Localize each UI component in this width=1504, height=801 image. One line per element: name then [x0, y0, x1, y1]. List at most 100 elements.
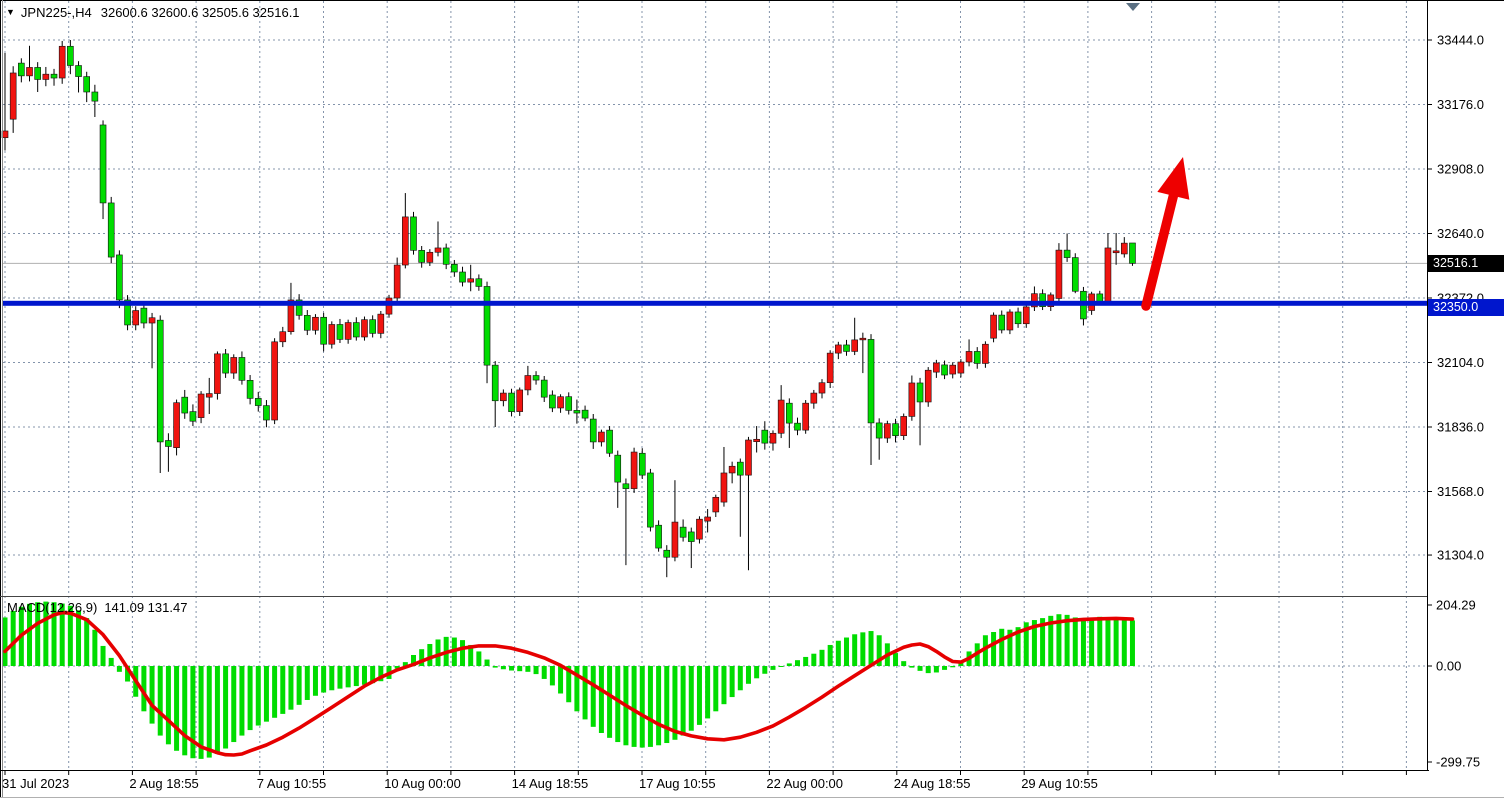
- macd-histogram-bar: [305, 666, 310, 700]
- candle-body: [247, 380, 253, 398]
- candle-body: [574, 410, 580, 413]
- macd-histogram-bar: [231, 666, 236, 742]
- macd-histogram-bar: [599, 666, 604, 733]
- price-axis-label: 32104.0: [1437, 355, 1484, 370]
- macd-histogram-bar: [640, 666, 645, 748]
- candle-body: [321, 317, 327, 344]
- macd-histogram-bar: [705, 666, 710, 718]
- hline-price-badge: 32350.0: [1428, 299, 1504, 316]
- candle-body: [427, 252, 433, 262]
- macd-histogram-bar: [681, 666, 686, 736]
- candle-body: [590, 419, 596, 442]
- macd-histogram-bar: [721, 666, 726, 704]
- candle-body: [435, 248, 441, 252]
- macd-histogram-bar: [166, 666, 171, 744]
- macd-histogram-bar: [329, 666, 334, 690]
- candle-body: [100, 125, 106, 203]
- current-price-badge: 32516.1: [1428, 255, 1504, 272]
- candle-body: [549, 395, 555, 408]
- candle-body: [713, 497, 719, 512]
- time-axis[interactable]: 31 Jul 20232 Aug 18:557 Aug 10:5510 Aug …: [2, 770, 1406, 791]
- candle-body: [582, 410, 588, 418]
- time-axis-label: 7 Aug 10:55: [257, 776, 326, 791]
- candle-body: [950, 365, 956, 374]
- time-axis-label: 29 Aug 10:55: [1021, 776, 1098, 791]
- trend-arrow[interactable]: [1146, 157, 1189, 306]
- macd-histogram-bar: [795, 660, 800, 666]
- macd-histogram-bar: [1122, 619, 1127, 666]
- candle-body: [982, 344, 988, 363]
- candle-body: [639, 453, 645, 475]
- price-chart-canvas[interactable]: 33444.033176.032908.032640.032372.032104…: [0, 0, 1504, 801]
- price-axis[interactable]: 33444.033176.032908.032640.032372.032104…: [1427, 33, 1484, 770]
- candle-body: [411, 217, 417, 250]
- macd-histogram-bar: [844, 638, 849, 666]
- candle-body: [852, 340, 858, 352]
- candle-body: [312, 317, 318, 330]
- macd-histogram-bar: [509, 666, 514, 671]
- candle-body: [786, 403, 792, 423]
- candle-body: [378, 314, 384, 333]
- chart-shift-marker-icon[interactable]: [1126, 3, 1140, 11]
- candle-body: [43, 74, 49, 79]
- candle-body: [868, 339, 874, 423]
- candle-body: [558, 397, 564, 408]
- candle-body: [500, 393, 506, 401]
- macd-histogram-bar: [770, 666, 775, 670]
- candle-body: [966, 351, 972, 362]
- candle-body: [607, 430, 613, 453]
- macd-indicator: [3, 602, 1135, 759]
- macd-histogram-bar: [550, 666, 555, 685]
- candle-body: [1007, 312, 1013, 330]
- candle-body: [1072, 258, 1078, 292]
- macd-histogram-bar: [280, 666, 285, 714]
- macd-histogram-bar: [583, 666, 588, 719]
- macd-histogram-bar: [656, 666, 661, 745]
- horizontal-line-object[interactable]: [3, 301, 1427, 306]
- price-axis-label: 32640.0: [1437, 226, 1484, 241]
- candle-body: [656, 525, 662, 548]
- candle-body: [263, 406, 269, 420]
- macd-histogram-bar: [787, 663, 792, 666]
- symbol-dropdown-icon[interactable]: ▼: [6, 7, 15, 17]
- candle-body: [615, 455, 621, 482]
- macd-histogram-bar: [713, 666, 718, 711]
- candle-body: [974, 351, 980, 363]
- macd-histogram-bar: [427, 644, 432, 666]
- macd-histogram-bar: [239, 666, 244, 736]
- macd-histogram-bar: [493, 666, 498, 668]
- macd-histogram-bar: [1089, 618, 1094, 666]
- macd-histogram-bar: [1097, 617, 1102, 666]
- macd-histogram-bar: [3, 617, 8, 666]
- macd-histogram-bar: [820, 650, 825, 666]
- macd-histogram-bar: [517, 666, 522, 671]
- candle-body: [149, 318, 155, 323]
- arrow-head[interactable]: [1157, 157, 1189, 200]
- macd-histogram-bar: [950, 666, 955, 667]
- macd-histogram-bar: [92, 630, 97, 666]
- macd-histogram-bar: [525, 666, 530, 672]
- candle-body: [198, 394, 204, 418]
- macd-histogram-bar: [730, 666, 735, 697]
- time-axis-label: 2 Aug 18:55: [129, 776, 198, 791]
- macd-histogram-bar: [852, 634, 857, 666]
- candle-body: [1105, 248, 1111, 302]
- candle-body: [509, 393, 515, 412]
- price-axis-label: 33176.0: [1437, 97, 1484, 112]
- price-axis-label: 32908.0: [1437, 162, 1484, 177]
- candle-body: [35, 67, 41, 79]
- macd-histogram-bar: [84, 618, 89, 666]
- macd-histogram-bar: [346, 666, 351, 687]
- macd-histogram-bar: [272, 666, 277, 718]
- macd-values: 141.09 131.47: [104, 600, 187, 615]
- candle-body: [116, 255, 122, 300]
- candle-body: [811, 393, 817, 403]
- candle-body: [443, 248, 449, 264]
- macd-axis-label: 204.29: [1436, 598, 1476, 613]
- candle-body: [525, 375, 531, 389]
- macd-histogram-bar: [836, 641, 841, 666]
- macd-histogram-bar: [697, 666, 702, 725]
- candle-body: [18, 63, 24, 76]
- macd-histogram-bar: [746, 666, 751, 684]
- candle-body: [76, 66, 82, 77]
